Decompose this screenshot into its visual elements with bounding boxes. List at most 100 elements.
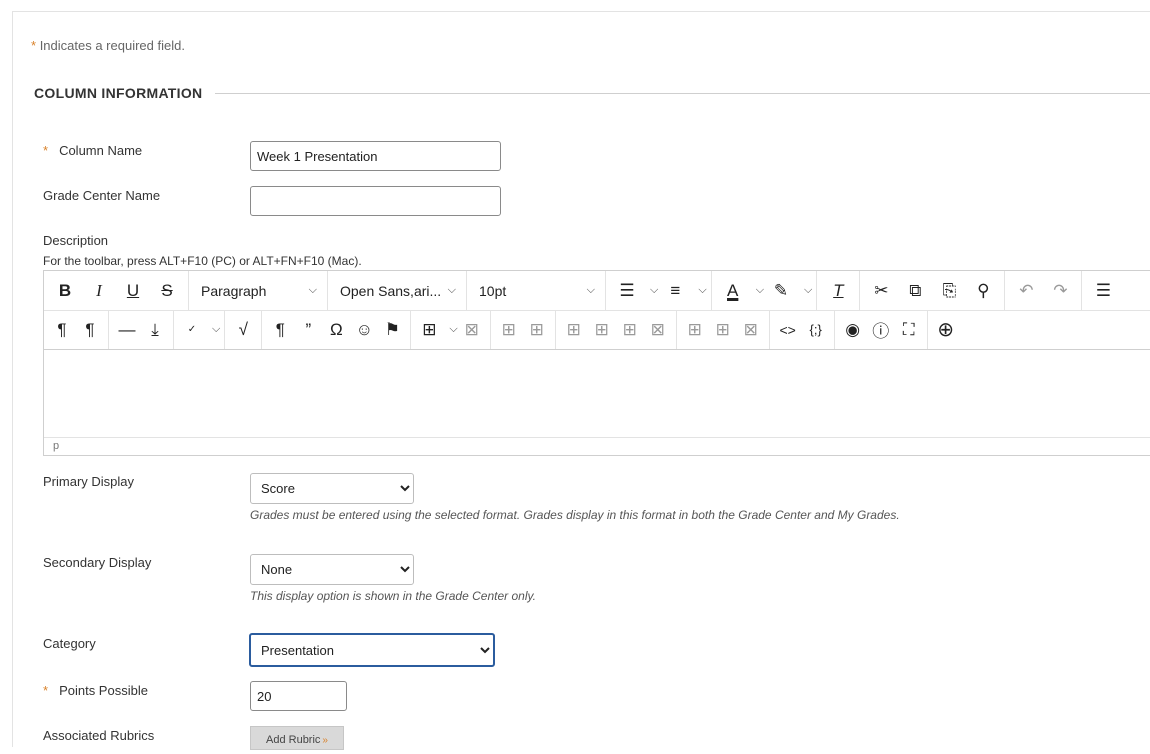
numbered-list-icon[interactable]: ≡ [658, 276, 692, 306]
category-label: Category [43, 636, 96, 651]
column-name-input[interactable] [250, 141, 501, 171]
primary-display-select[interactable]: Score [250, 473, 414, 504]
font-size-dropdown-value: 10pt [479, 282, 507, 299]
chevron-down-icon[interactable]: ⌵ [698, 284, 706, 297]
math-group: √ [225, 310, 263, 349]
insert-icon[interactable]: ⤓ [141, 315, 169, 345]
category-select[interactable]: Presentation [249, 633, 495, 667]
preview-icon[interactable]: ◉ [839, 315, 867, 345]
points-possible-label-text: Points Possible [59, 683, 148, 698]
chevron-down-icon[interactable]: ⌵ [650, 284, 658, 297]
clear-formatting-icon[interactable]: T [821, 276, 855, 306]
add-rubric-button[interactable]: Add Rubric» [250, 726, 344, 750]
ltr-icon[interactable]: ¶ [48, 315, 76, 345]
list-group: ☰ ⌵ ≡ ⌵ [606, 271, 712, 310]
associated-rubrics-label: Associated Rubrics [43, 728, 155, 743]
history-group: ↶ ↷ [1005, 271, 1083, 310]
required-star: * [43, 143, 49, 158]
row-before-icon[interactable]: ⊞ [495, 315, 523, 345]
split-icon[interactable]: ⊞ [709, 315, 737, 345]
redo-icon[interactable]: ↷ [1043, 276, 1077, 306]
section-divider [215, 93, 1150, 94]
color-group: A ⌵ ✎ ⌵ [712, 271, 818, 310]
find-icon[interactable]: ⚲ [966, 276, 1000, 306]
special-group: ¶ ” Ω ☺ ⚑ [262, 310, 412, 349]
points-possible-input[interactable] [250, 681, 347, 711]
highlight-color-icon[interactable]: ✎ [764, 276, 798, 306]
strikethrough-icon[interactable]: S [150, 276, 184, 306]
code-sample-icon[interactable]: {;} [802, 315, 830, 345]
chevron-down-icon[interactable]: ⌵ [756, 284, 764, 297]
row-group: ⊞ ⊞ [491, 310, 556, 349]
secondary-display-label: Secondary Display [43, 555, 152, 570]
delete-cell-icon[interactable]: ⊠ [644, 315, 672, 345]
delete-col-icon[interactable]: ⊠ [737, 315, 765, 345]
row-after-icon[interactable]: ⊞ [523, 315, 551, 345]
chevron-down-icon[interactable]: ⌵ [449, 323, 457, 336]
cell-group: ⊞ ⊞ ⊞ ⊠ [556, 310, 677, 349]
insert-cell-icon[interactable]: ⊞ [616, 315, 644, 345]
math-icon[interactable]: √ [229, 315, 257, 345]
font-size-dropdown[interactable]: 10pt ⌵ [467, 271, 606, 310]
format-dropdown[interactable]: Paragraph ⌵ [189, 271, 328, 310]
code-group: <> {;} [770, 310, 835, 349]
special-char-icon[interactable]: Ω [322, 315, 350, 345]
secondary-display-hint: This display option is shown in the Grad… [250, 589, 536, 603]
secondary-display-select[interactable]: None [250, 554, 414, 585]
clear-format-group: T [817, 271, 861, 310]
spellcheck-group: ✓ ⌵ [174, 310, 226, 349]
blockquote-icon[interactable]: ” [294, 315, 322, 345]
undo-icon[interactable]: ↶ [1009, 276, 1043, 306]
emoji-icon[interactable]: ☺ [350, 315, 378, 345]
content-frame-top [12, 11, 1150, 12]
rtl-icon[interactable]: ¶ [76, 315, 104, 345]
align-left-icon[interactable]: ☰ [1086, 276, 1120, 306]
description-editor: B I U S Paragraph ⌵ Open Sans,ari... ⌵ 10p… [43, 270, 1150, 456]
clipboard-group: ✂ ⧉ ⎘ ⚲ [860, 271, 1006, 310]
spellcheck-icon[interactable]: ✓ [178, 315, 206, 345]
section-title: COLUMN INFORMATION [34, 85, 203, 101]
content-frame-left [12, 11, 13, 747]
direction-group: ¶ ¶ [44, 310, 109, 349]
primary-display-label: Primary Display [43, 474, 135, 489]
cell-props-icon[interactable]: ⊞ [560, 315, 588, 345]
primary-display-hint: Grades must be entered using the selecte… [250, 508, 900, 522]
view-group: ◉ ⓘ ⛶ [835, 310, 928, 349]
chevron-down-icon[interactable]: ⌵ [804, 284, 812, 297]
bold-icon[interactable]: B [48, 276, 82, 306]
underline-icon[interactable]: U [116, 276, 150, 306]
align-group: ☰ [1082, 271, 1124, 310]
grade-center-name-input[interactable] [250, 186, 501, 216]
bulleted-list-icon[interactable]: ☰ [610, 276, 644, 306]
grade-center-name-label: Grade Center Name [43, 188, 161, 203]
add-group: ⊕ [928, 310, 964, 349]
editor-toolbar-row-2: ¶ ¶ — ⤓ ✓ ⌵ √ ¶ ” Ω ☺ ⚑ ⊞ ⌵ ⊠ ⊞ ⊞ ⊞ ⊞ ⊞ … [44, 310, 1150, 350]
add-content-icon[interactable]: ⊕ [932, 315, 960, 345]
source-code-icon[interactable]: <> [774, 315, 802, 345]
merge-group: ⊞ ⊞ ⊠ [677, 310, 770, 349]
help-icon[interactable]: ⓘ [867, 315, 895, 345]
merge-icon[interactable]: ⊞ [681, 315, 709, 345]
chevron-down-icon[interactable]: ⌵ [212, 323, 220, 336]
cut-icon[interactable]: ✂ [864, 276, 898, 306]
required-star: * [31, 38, 37, 53]
delete-table-icon[interactable]: ⊠ [458, 315, 486, 345]
text-style-group: B I U S [44, 271, 189, 310]
editor-body[interactable] [44, 350, 1150, 438]
font-dropdown[interactable]: Open Sans,ari... ⌵ [328, 271, 467, 310]
italic-icon[interactable]: I [82, 276, 116, 306]
insert-col-icon[interactable]: ⊞ [588, 315, 616, 345]
copy-icon[interactable]: ⧉ [898, 276, 932, 306]
fullscreen-icon[interactable]: ⛶ [895, 315, 923, 345]
text-color-icon[interactable]: A [716, 276, 750, 306]
required-note-text: Indicates a required field. [39, 38, 185, 53]
table-icon[interactable]: ⊞ [415, 315, 443, 345]
paste-icon[interactable]: ⎘ [932, 276, 966, 306]
column-name-label: * Column Name [43, 143, 142, 158]
required-field-note: * Indicates a required field. [31, 38, 185, 53]
paragraph-mark-icon[interactable]: ¶ [266, 315, 294, 345]
required-star: * [43, 683, 49, 698]
chevron-down-icon: ⌵ [447, 284, 456, 296]
bookmark-icon[interactable]: ⚑ [378, 315, 406, 345]
horizontal-line-icon[interactable]: — [113, 315, 141, 345]
